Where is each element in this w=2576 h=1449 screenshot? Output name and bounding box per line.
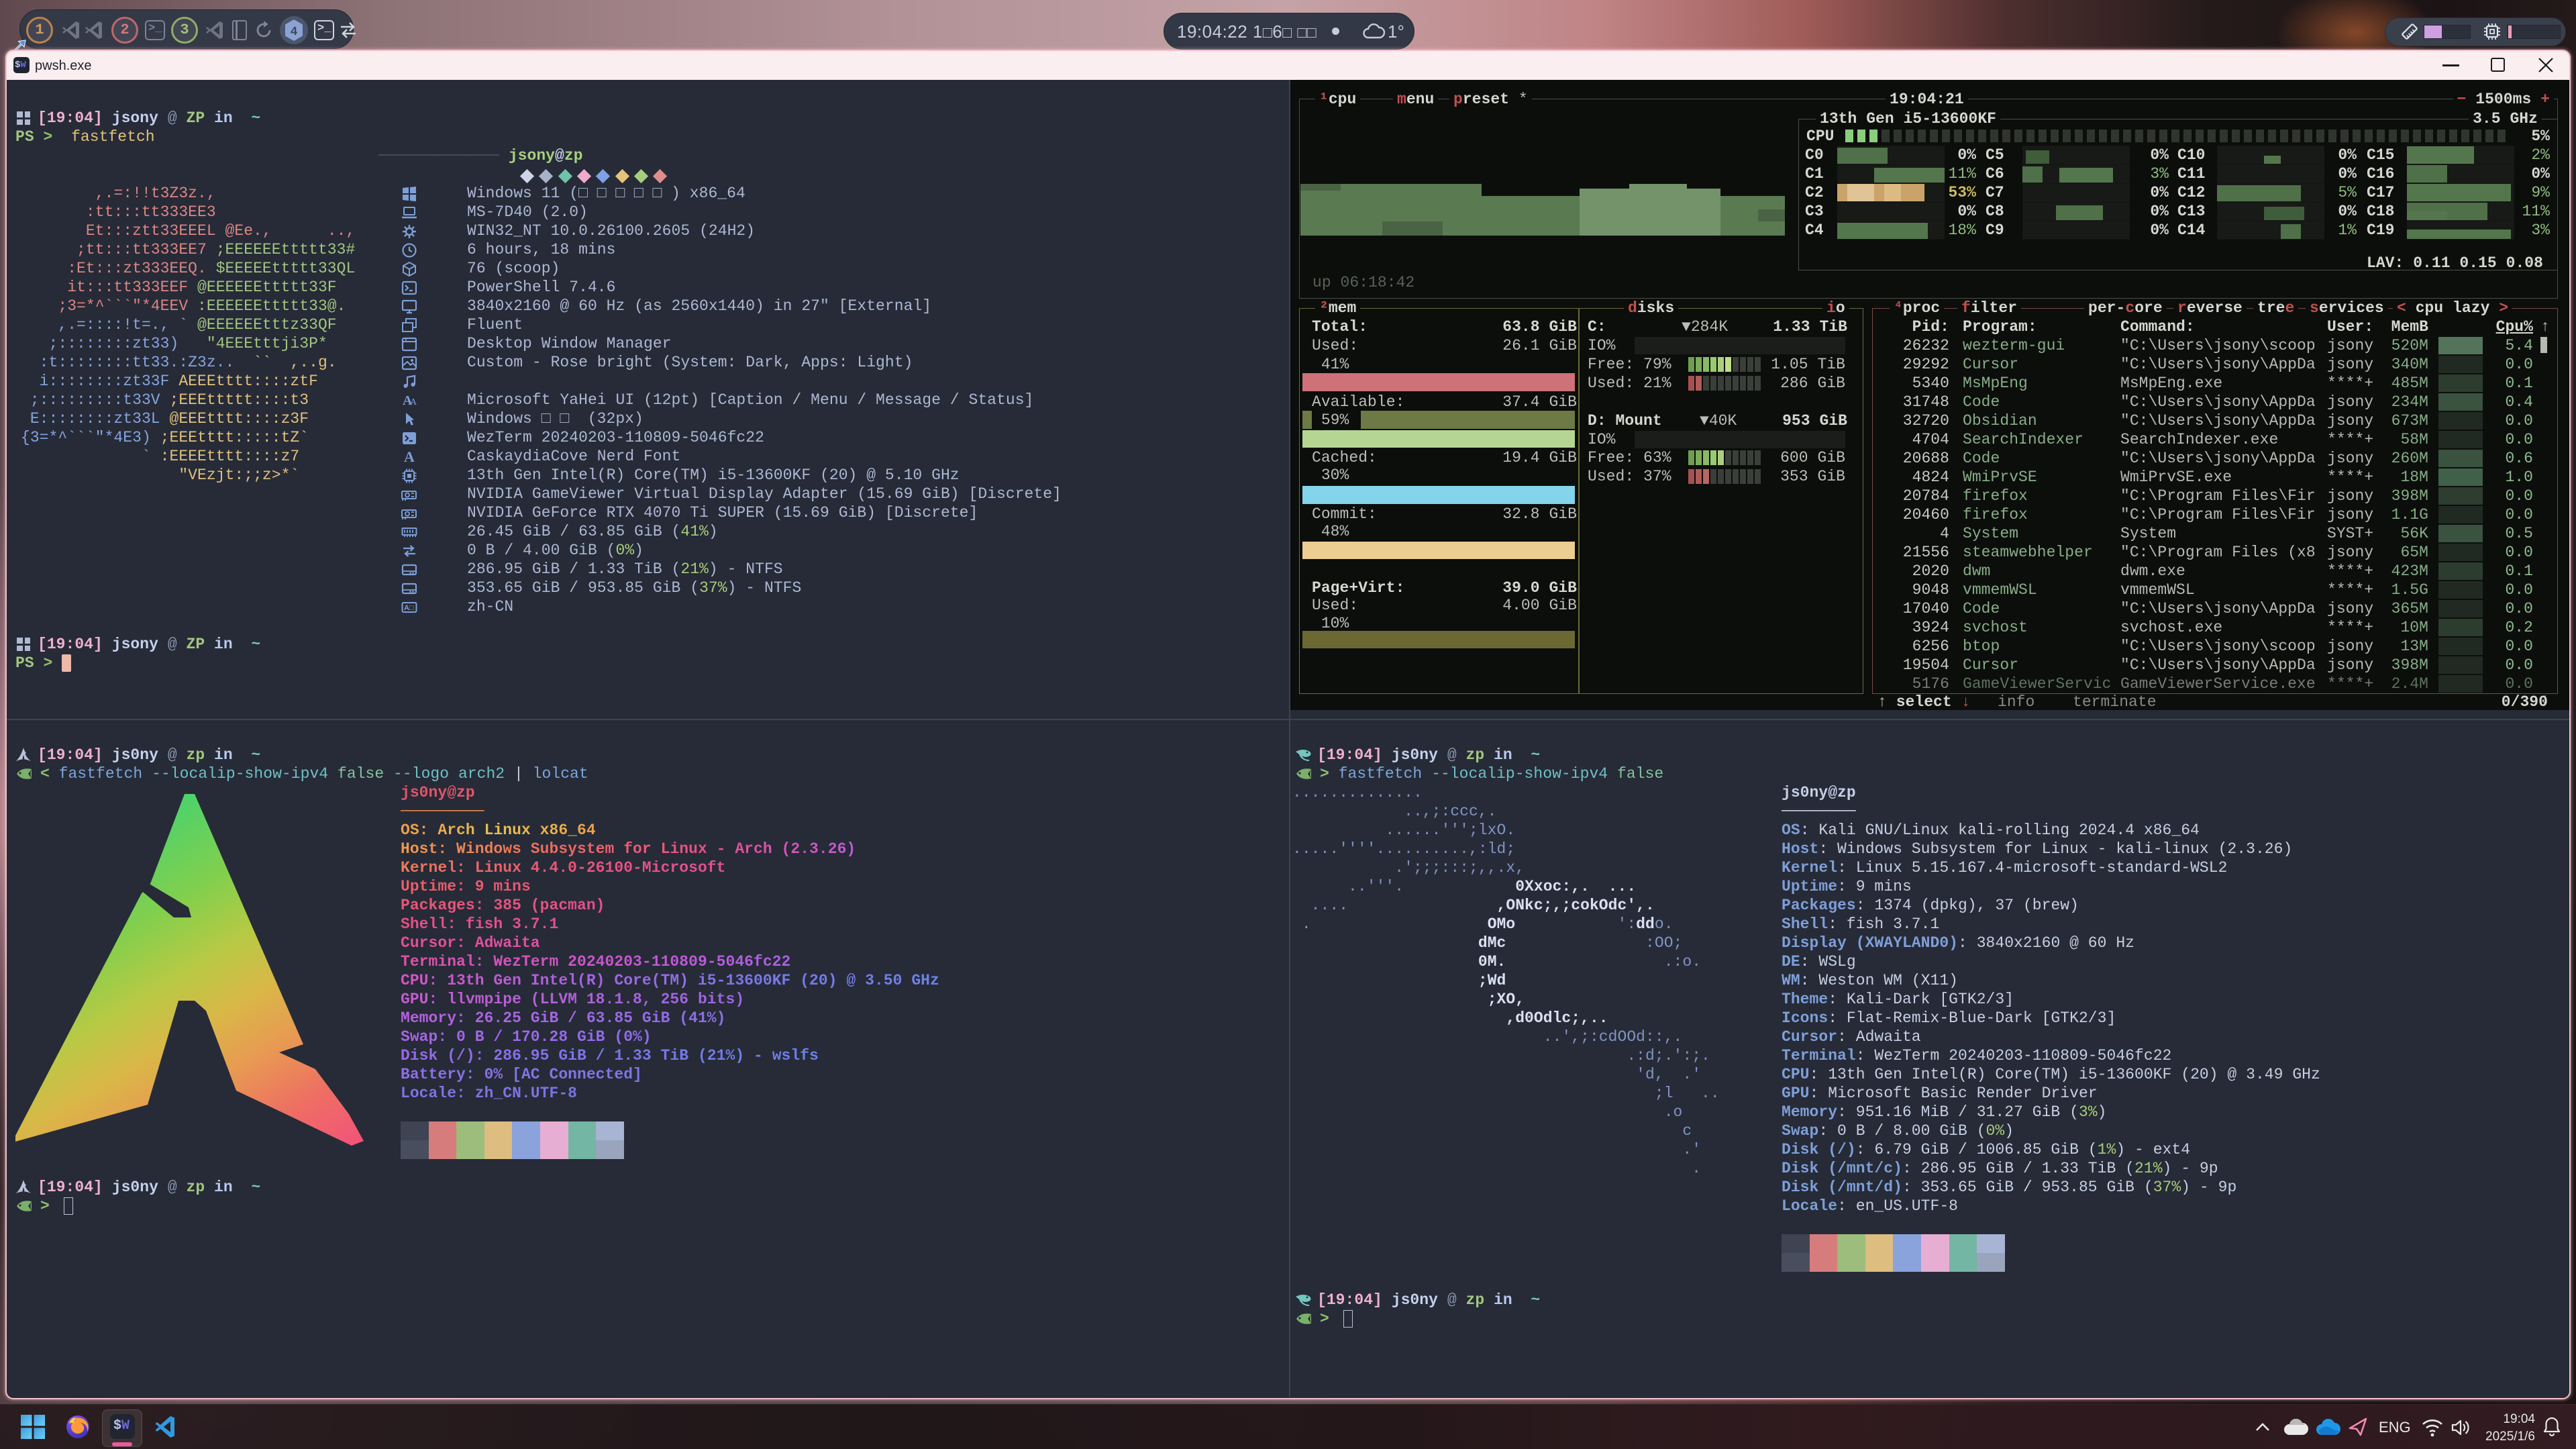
svg-text:A□: A□ <box>404 604 414 612</box>
svg-text:A: A <box>404 449 415 465</box>
svg-text:A: A <box>410 397 417 407</box>
svg-text:4: 4 <box>291 26 298 39</box>
